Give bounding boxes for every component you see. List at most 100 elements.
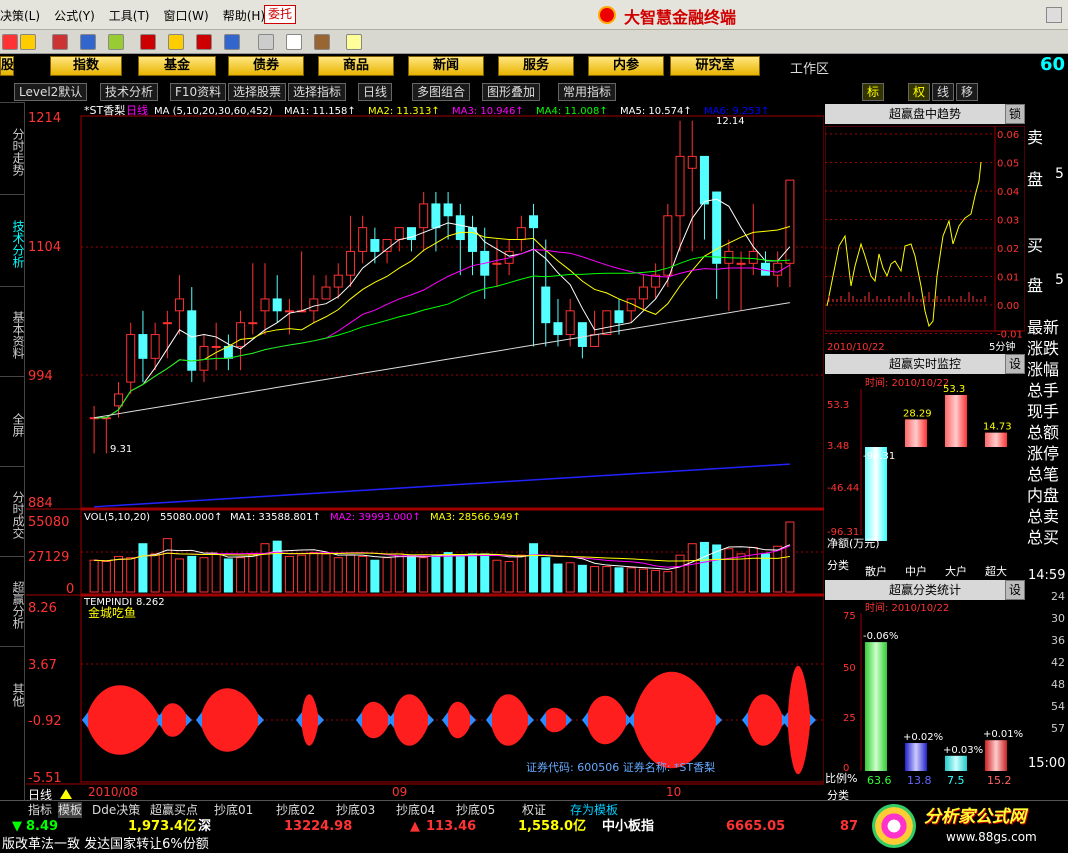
- tab-fullscreen[interactable]: 全屏: [0, 376, 25, 466]
- f10-button[interactable]: F10资料: [170, 83, 227, 101]
- volume-bar: [541, 557, 551, 593]
- right-tab-move[interactable]: 移: [956, 83, 979, 101]
- toolbar-icon-9[interactable]: [224, 34, 240, 50]
- candle-body: [541, 286, 551, 324]
- candle-body: [675, 155, 685, 217]
- stats-settings-button[interactable]: 设: [1005, 580, 1025, 600]
- btab-save-template[interactable]: 存为模板: [570, 802, 618, 818]
- candle-body: [175, 298, 185, 312]
- tab-chaoying[interactable]: 超赢分析: [0, 556, 25, 646]
- toolbar-icon-2[interactable]: [20, 34, 36, 50]
- tab-other[interactable]: 其他: [0, 646, 25, 736]
- candle-body: [712, 191, 722, 264]
- select-stock-button[interactable]: 选择股票: [228, 83, 287, 101]
- main-chart[interactable]: *ST香梨 日线 MA (5,10,20,30,60,452) MA1: 11.…: [26, 102, 824, 802]
- volume-bar: [577, 564, 587, 593]
- nav-fund[interactable]: 基金: [138, 56, 216, 76]
- volume-bar: [419, 557, 429, 593]
- candle-body: [248, 322, 258, 325]
- tab-trades[interactable]: 分时成交: [0, 466, 25, 556]
- btab-dde[interactable]: Dde决策: [92, 802, 140, 818]
- nav-service[interactable]: 服务: [498, 56, 574, 76]
- toolbar-icon-6[interactable]: [140, 34, 156, 50]
- window-control-button[interactable]: [1046, 7, 1062, 23]
- trend-unit: 5分钟: [989, 340, 1015, 353]
- nav-commodity[interactable]: 商品: [318, 56, 394, 76]
- tab-tech-analysis[interactable]: 技术分析: [0, 194, 25, 286]
- tab-fundamentals[interactable]: 基本资料: [0, 286, 25, 376]
- vol-value-labels: 55080.000↑ MA1: 33588.801↑ MA2: 39993.000↑…: [160, 512, 521, 523]
- x-label-sep: 09: [392, 785, 407, 799]
- tab-intraday[interactable]: 分时走势: [0, 102, 25, 194]
- daily-button[interactable]: 日线: [358, 83, 393, 101]
- right-tab-mark[interactable]: 标: [862, 83, 885, 101]
- menu-decision[interactable]: 决策(L): [0, 7, 40, 24]
- menu-help[interactable]: 帮助(H): [223, 7, 265, 24]
- volume-bar: [455, 554, 465, 593]
- select-indicator-button[interactable]: 选择指标: [288, 83, 347, 101]
- level2-default-button[interactable]: Level2默认: [14, 83, 88, 101]
- volume-bar: [724, 548, 734, 593]
- toolbar-icon-8[interactable]: [196, 34, 212, 50]
- vol-label-4: MA3: 28566.949↑: [430, 512, 521, 523]
- overlay-button[interactable]: 图形叠加: [482, 83, 541, 101]
- books-icon[interactable]: [314, 34, 330, 50]
- candle-body: [455, 215, 465, 241]
- nav-bond[interactable]: 债券: [228, 56, 304, 76]
- btab-bottom04[interactable]: 抄底04: [396, 802, 435, 818]
- nav-stock[interactable]: 股: [0, 56, 14, 76]
- nav-research[interactable]: 研究室: [670, 56, 760, 76]
- volume-bar: [651, 569, 661, 593]
- volume-bar: [504, 560, 514, 593]
- menu-window[interactable]: 窗口(W): [163, 7, 208, 24]
- help-pointer-icon[interactable]: [346, 34, 362, 50]
- nav-insider[interactable]: 内参: [588, 56, 664, 76]
- nav-news[interactable]: 新闻: [408, 56, 484, 76]
- candle-body: [358, 227, 368, 252]
- btab-buy-point[interactable]: 超赢买点: [150, 802, 198, 818]
- ticker-v9: 87: [840, 819, 859, 834]
- monitor-bar: [945, 394, 967, 447]
- candle-body: [748, 250, 758, 264]
- monitor-tick: 53.3: [827, 400, 849, 411]
- btab-bottom01[interactable]: 抄底01: [214, 802, 253, 818]
- right-tab-weight[interactable]: 权: [908, 83, 931, 101]
- toolbar-icon-5[interactable]: [108, 34, 124, 50]
- binoculars-icon[interactable]: [80, 34, 96, 50]
- volume-bar: [663, 571, 673, 593]
- time-tick-5: 48: [1051, 678, 1065, 691]
- weituo-button[interactable]: 委托: [264, 5, 296, 24]
- btab-bottom05[interactable]: 抄底05: [456, 802, 495, 818]
- btab-bottom02[interactable]: 抄底02: [276, 802, 315, 818]
- tech-analysis-button[interactable]: 技术分析: [100, 83, 159, 101]
- btab-bottom03[interactable]: 抄底03: [336, 802, 375, 818]
- stats-value: 13.8: [907, 774, 932, 787]
- y-tick-2: 1104: [28, 240, 61, 255]
- vol-tick-2: 27129: [28, 550, 69, 565]
- lock-button[interactable]: 锁: [1005, 104, 1025, 124]
- stock-title: *ST香梨: [84, 103, 125, 117]
- toolbar-icon-7[interactable]: [168, 34, 184, 50]
- right-tab-line[interactable]: 线: [932, 83, 955, 101]
- nav-index[interactable]: 指数: [50, 56, 122, 76]
- toolbar-icon-10[interactable]: [258, 34, 274, 50]
- stats-bar: [905, 743, 927, 771]
- toolbar-icon-11[interactable]: [286, 34, 302, 50]
- monitor-value: 14.73: [983, 422, 1012, 433]
- common-indicator-button[interactable]: 常用指标: [558, 83, 617, 101]
- btab-template[interactable]: 模板: [58, 802, 83, 818]
- volume-bar: [309, 552, 319, 593]
- menu-tools[interactable]: 工具(T): [109, 7, 150, 24]
- monitor-settings-button[interactable]: 设: [1005, 354, 1025, 374]
- btab-warrant[interactable]: 权证: [522, 802, 546, 818]
- menu-formula[interactable]: 公式(Y): [54, 7, 95, 24]
- volume-bar: [272, 540, 282, 593]
- toolbar-icon-3[interactable]: [52, 34, 68, 50]
- workarea-label[interactable]: 工作区: [790, 58, 829, 77]
- monitor-chart: 时间: 2010/10/22 53.33.48-46.44-96.31-96.3…: [827, 376, 1012, 578]
- btab-indicator[interactable]: 指标: [28, 802, 52, 818]
- volume-bar: [345, 554, 355, 593]
- toolbar-icon-1[interactable]: [2, 34, 18, 50]
- stats-value: 7.5: [947, 774, 965, 787]
- multi-chart-button[interactable]: 多图组合: [412, 83, 471, 101]
